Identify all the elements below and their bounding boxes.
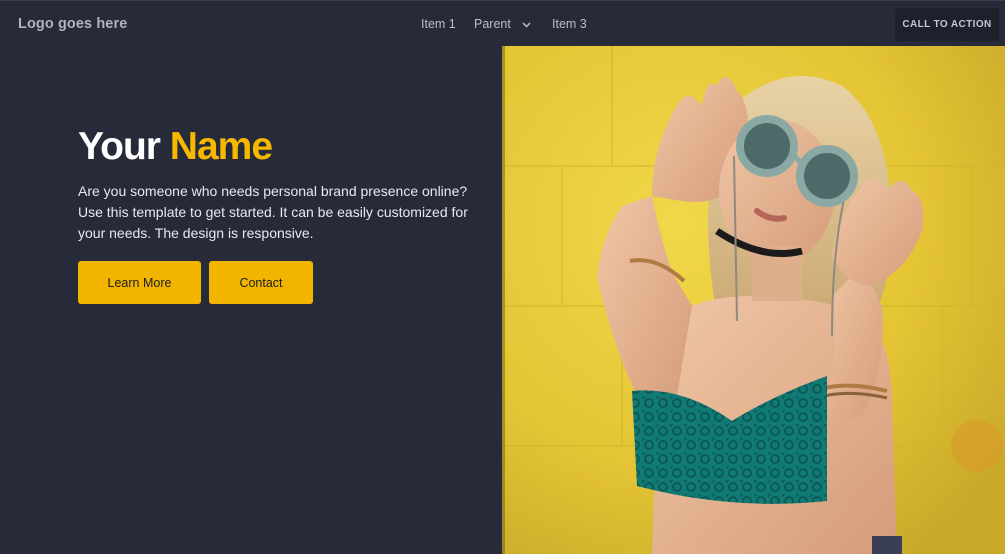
- hero-image: [502, 46, 1005, 554]
- nav-item-1[interactable]: Item 1: [421, 17, 456, 31]
- hero-title-accent: Name: [169, 125, 273, 168]
- nav-item-parent[interactable]: Parent: [474, 17, 531, 31]
- chevron-down-icon: [522, 22, 531, 28]
- contact-button[interactable]: Contact: [209, 261, 313, 304]
- learn-more-button[interactable]: Learn More: [78, 261, 201, 304]
- hero-title: Your Name: [78, 124, 273, 170]
- hero-photo-illustration: [502, 46, 1005, 554]
- nav-item-parent-label: Parent: [474, 17, 511, 31]
- logo[interactable]: Logo goes here: [18, 16, 127, 32]
- nav-item-3[interactable]: Item 3: [552, 17, 587, 31]
- call-to-action-button[interactable]: CALL TO ACTION: [895, 8, 999, 41]
- hero-title-first: Your: [78, 125, 161, 168]
- hero-description: Are you someone who needs personal brand…: [78, 183, 468, 241]
- navbar: Logo goes here Item 1 Parent Item 3 CALL…: [0, 0, 1005, 46]
